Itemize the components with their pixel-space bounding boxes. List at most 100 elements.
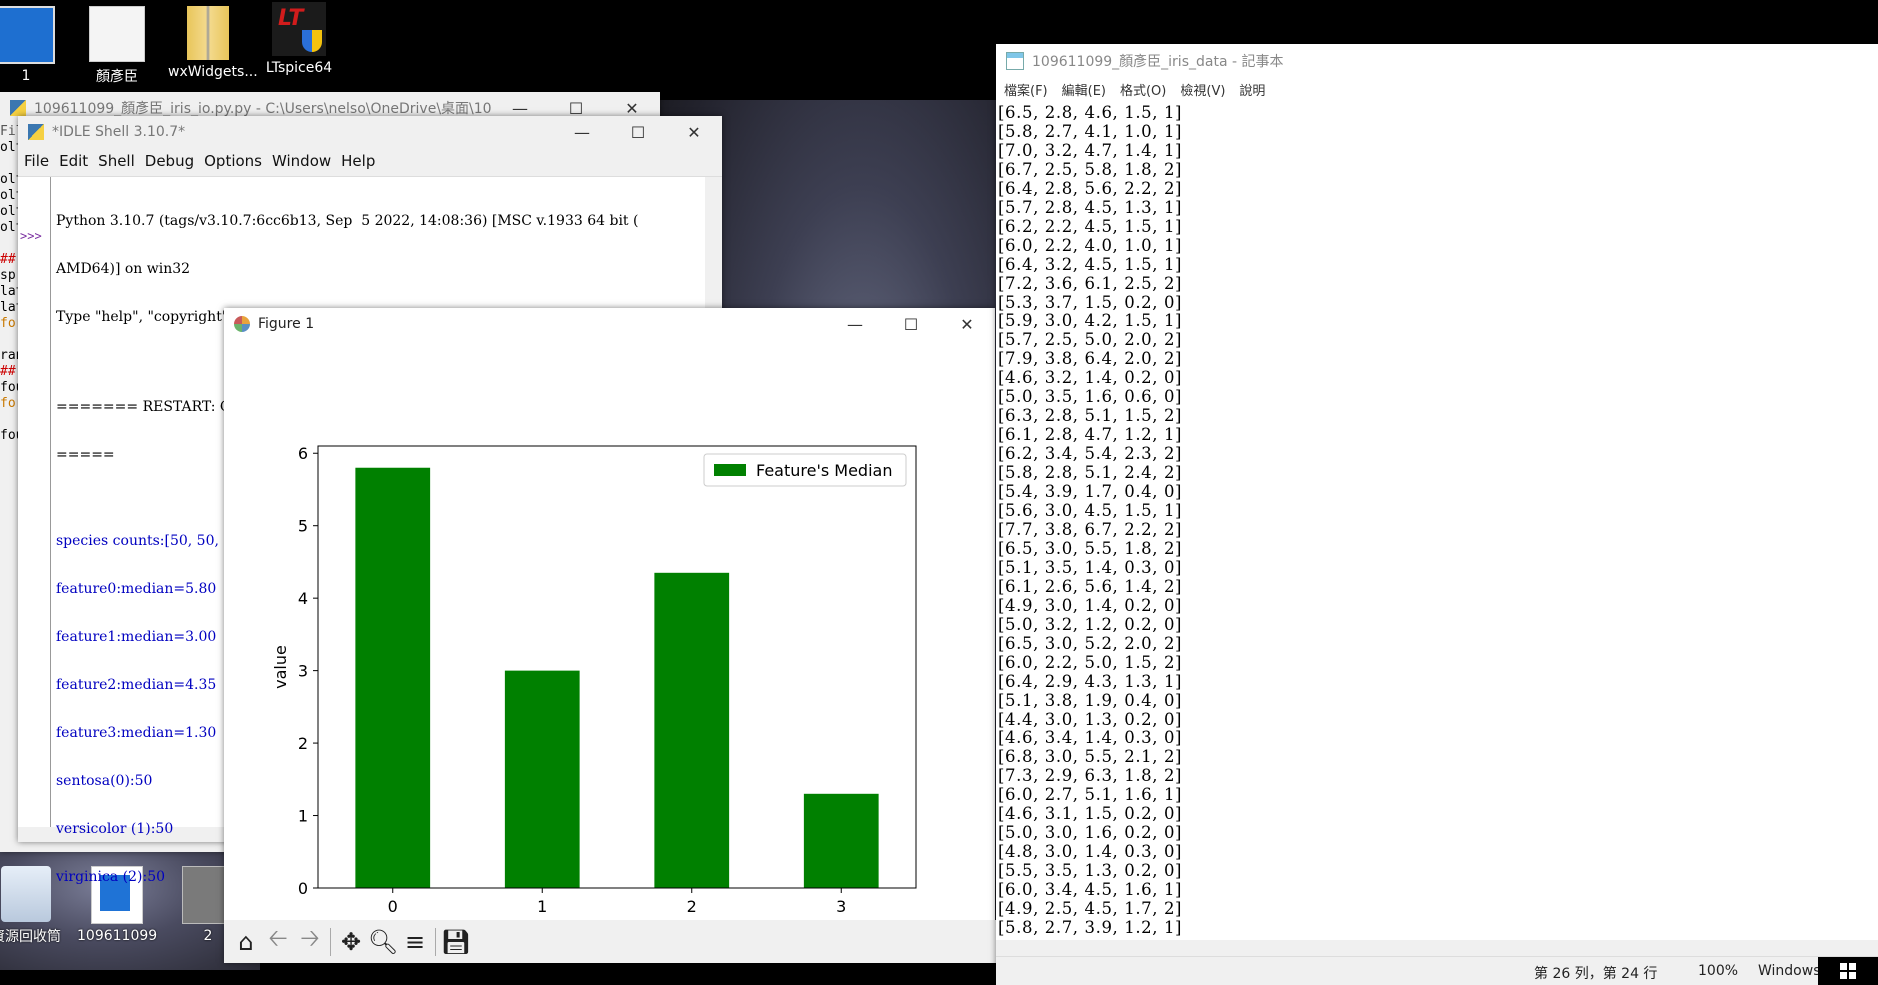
menu-help[interactable]: Help — [341, 152, 375, 170]
x-tick-label: 3 — [836, 897, 846, 916]
notepad-titlebar[interactable]: 109611099_顏彥臣_iris_data - 記事本 — [996, 44, 1878, 78]
text-line: [6.8, 3.0, 5.5, 2.1, 2] — [998, 747, 1183, 767]
bar-chart: 0123456 0123 feature value Feature's Med… — [271, 444, 917, 942]
text-line: [6.2, 3.4, 5.4, 2.3, 2] — [998, 444, 1183, 464]
figure-window[interactable]: Figure 1 — ☐ ✕ 0123456 0123 feature valu… — [224, 308, 1001, 963]
cursor-position: 第 26 列，第 24 行 — [1534, 966, 1658, 982]
windows-icon — [1840, 963, 1856, 979]
maximize-button[interactable]: ☐ — [883, 308, 939, 340]
figure-title: Figure 1 — [258, 316, 315, 332]
text-line: [7.2, 3.6, 6.1, 2.5, 2] — [998, 273, 1183, 293]
save-icon[interactable]: 💾︎ — [440, 926, 472, 958]
desktop-icon-user[interactable]: 顏彥臣 — [77, 6, 157, 86]
y-axis-label: value — [271, 645, 290, 689]
text-line: [6.0, 2.7, 5.1, 1.6, 1] — [998, 785, 1183, 805]
ltspice-icon: LT — [272, 2, 326, 56]
zip-folder-icon — [187, 6, 229, 60]
text-line: [5.7, 2.8, 4.5, 1.3, 1] — [998, 197, 1183, 217]
menu-view[interactable]: 檢視(V) — [1180, 80, 1225, 99]
text-line: [5.6, 3.0, 4.5, 1.5, 1] — [998, 501, 1183, 521]
text-line: [5.1, 3.8, 1.9, 0.4, 0] — [998, 690, 1183, 710]
forward-icon[interactable]: 🡢 — [294, 924, 326, 958]
y-tick-label: 0 — [298, 879, 308, 898]
python-file-icon — [10, 100, 26, 116]
home-icon[interactable]: ⌂ — [230, 926, 262, 958]
desktop-icon-ltspice[interactable]: LT LTspice64 — [259, 2, 339, 76]
close-button[interactable]: ✕ — [666, 116, 722, 148]
text-line: [5.0, 3.2, 1.2, 0.2, 0] — [998, 614, 1183, 634]
folder-thumbnail-icon — [0, 6, 55, 64]
bar-feature-3 — [803, 793, 879, 888]
document-icon — [89, 6, 145, 62]
horizontal-scrollbar[interactable] — [996, 940, 1878, 957]
text-line: [6.1, 2.8, 4.7, 1.2, 1] — [998, 425, 1183, 445]
desktop-icon-1[interactable]: 1 — [0, 6, 66, 84]
text-line: [5.5, 3.5, 1.3, 0.2, 0] — [998, 861, 1183, 881]
menu-edit[interactable]: Edit — [59, 152, 88, 170]
configure-icon[interactable]: ≡ — [399, 926, 431, 958]
shell-prompt: >>> — [20, 229, 42, 243]
menu-file[interactable]: 檔案(F) — [1004, 80, 1048, 99]
x-tick-label: 0 — [388, 897, 398, 916]
legend-swatch — [714, 464, 746, 476]
text-line: [6.2, 2.2, 4.5, 1.5, 1] — [998, 216, 1183, 236]
desktop-icon-wxwidgets[interactable]: wxWidgets... — [168, 6, 258, 80]
text-line: [4.8, 3.0, 1.4, 0.3, 0] — [998, 842, 1183, 862]
shell-titlebar[interactable]: *IDLE Shell 3.10.7* — ☐ ✕ — [18, 116, 722, 148]
menu-options[interactable]: Options — [204, 152, 262, 170]
back-icon[interactable]: 🡠 — [262, 924, 294, 958]
menu-window[interactable]: Window — [272, 152, 331, 170]
bar-feature-2 — [654, 572, 730, 888]
text-line: [4.4, 3.0, 1.3, 0.2, 0] — [998, 709, 1183, 729]
editor-code-edge: File olt olt olt olt olt ## sp lat lat for ran ##… — [0, 124, 32, 443]
text-line: [4.6, 3.2, 1.4, 0.2, 0] — [998, 368, 1183, 388]
menu-shell[interactable]: Shell — [98, 152, 135, 170]
editor-title: 109611099_顏彥臣_iris_io.py.py - C:\Users\n… — [34, 101, 492, 117]
text-line: [6.0, 3.4, 4.5, 1.6, 1] — [998, 880, 1183, 900]
text-line: [4.9, 2.5, 4.5, 1.7, 2] — [998, 899, 1183, 919]
start-button[interactable] — [1818, 957, 1878, 985]
text-line: [7.0, 3.2, 4.7, 1.4, 1] — [998, 140, 1183, 160]
menu-help[interactable]: 說明 — [1239, 80, 1265, 99]
menu-debug[interactable]: Debug — [145, 152, 194, 170]
text-line: [5.4, 3.9, 1.7, 0.4, 0] — [998, 482, 1183, 502]
line-ending: Windows — [1758, 963, 1821, 979]
notepad-window[interactable]: 109611099_顏彥臣_iris_data - 記事本 檔案(F) 編輯(E… — [996, 44, 1878, 985]
text-line: [6.5, 2.8, 4.6, 1.5, 1] — [998, 104, 1183, 122]
text-line: [6.3, 2.8, 5.1, 1.5, 2] — [998, 406, 1183, 426]
bar-feature-0 — [355, 467, 431, 888]
text-line: [4.6, 3.1, 1.5, 0.2, 0] — [998, 804, 1183, 824]
text-line: [5.1, 3.5, 1.4, 0.3, 0] — [998, 557, 1183, 577]
text-line: [7.3, 2.9, 6.3, 1.8, 2] — [998, 766, 1183, 786]
text-line: [5.9, 3.0, 4.2, 1.5, 1] — [998, 311, 1183, 331]
shell-title: *IDLE Shell 3.10.7* — [52, 124, 186, 140]
pan-icon[interactable]: ✥ — [335, 926, 367, 958]
text-line: [6.5, 3.0, 5.2, 2.0, 2] — [998, 633, 1183, 653]
text-line: [6.4, 2.9, 4.3, 1.3, 1] — [998, 671, 1183, 691]
text-line: [5.7, 2.5, 5.0, 2.0, 2] — [998, 330, 1183, 350]
prompt-gutter: >>> — [18, 177, 51, 827]
maximize-button[interactable]: ☐ — [610, 116, 666, 148]
menu-format[interactable]: 格式(O) — [1120, 80, 1166, 99]
recycle-bin-icon — [1, 866, 51, 922]
minimize-button[interactable]: — — [827, 308, 883, 340]
x-tick-label: 2 — [687, 897, 697, 916]
figure-titlebar[interactable]: Figure 1 — ☐ ✕ — [224, 308, 995, 340]
menu-edit[interactable]: 編輯(E) — [1062, 80, 1106, 99]
zoom-level: 100% — [1698, 963, 1739, 979]
notepad-text-area[interactable]: [6.5, 2.8, 4.6, 1.5, 1] [5.8, 2.7, 4.1, 1… — [998, 104, 1858, 972]
text-line: [6.1, 2.6, 5.6, 1.4, 2] — [998, 576, 1183, 596]
minimize-button[interactable]: — — [554, 116, 610, 148]
notepad-title: 109611099_顏彥臣_iris_data - 記事本 — [1032, 54, 1284, 70]
zoom-icon[interactable]: 🔍︎ — [367, 926, 399, 958]
plot-area[interactable]: 0123456 0123 feature value Feature's Med… — [224, 340, 995, 942]
text-line: [6.4, 2.8, 5.6, 2.2, 2] — [998, 178, 1183, 198]
text-line: [6.4, 3.2, 4.5, 1.5, 1] — [998, 254, 1183, 274]
text-line: [5.3, 3.7, 1.5, 0.2, 0] — [998, 292, 1183, 312]
menu-file[interactable]: File — [24, 152, 49, 170]
close-button[interactable]: ✕ — [939, 308, 995, 340]
y-tick-label: 4 — [298, 589, 308, 608]
text-line: [4.6, 3.4, 1.4, 0.3, 0] — [998, 728, 1183, 748]
text-line: [6.5, 3.0, 5.5, 1.8, 2] — [998, 538, 1183, 558]
toolbar-separator — [435, 927, 436, 956]
